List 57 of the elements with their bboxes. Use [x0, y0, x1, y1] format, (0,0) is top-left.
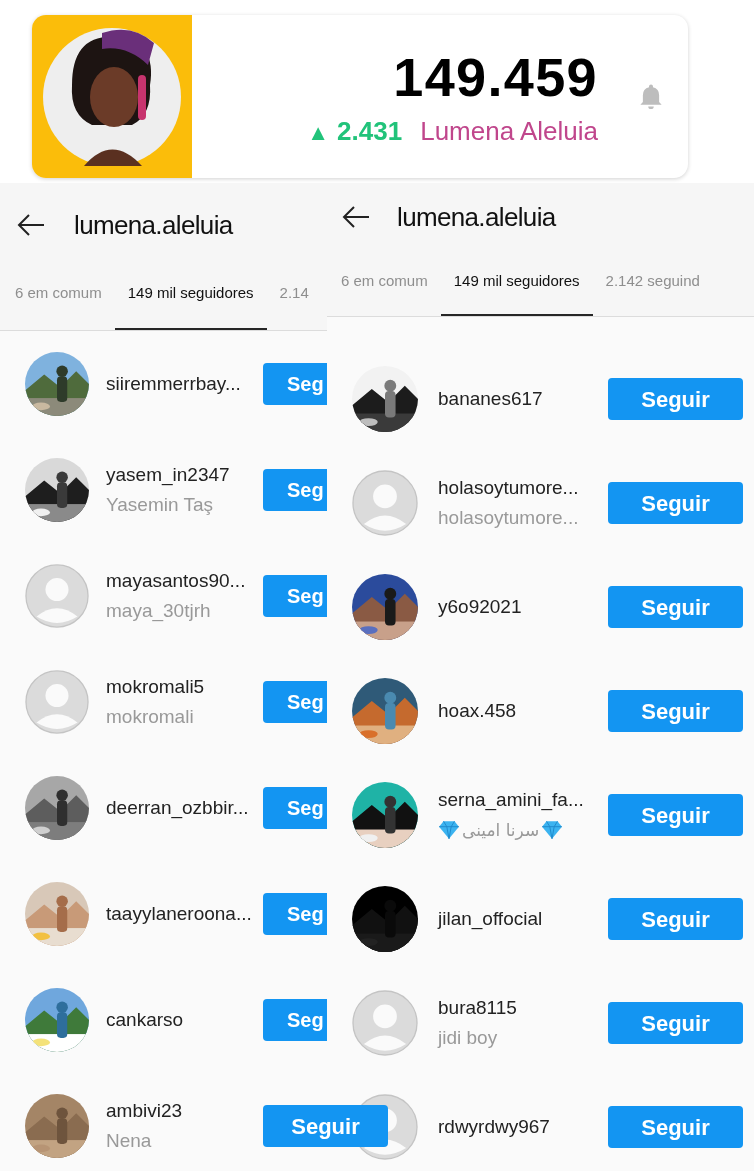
follow-button[interactable]: Seg [263, 469, 327, 511]
follower-count: 149.459 [393, 49, 598, 104]
username: bura8115 [438, 996, 518, 1020]
display-name: holasoytumore... [438, 506, 579, 530]
back-icon[interactable] [16, 213, 46, 237]
change-value: 2.431 [337, 117, 403, 144]
username: hoax.458 [438, 699, 518, 723]
username: serna_amini_fa... [438, 788, 585, 813]
username: cankarso [106, 1008, 185, 1032]
display-name: maya_30tjrh [106, 599, 211, 624]
follow-button[interactable]: Seg [263, 999, 327, 1041]
follow-button[interactable]: Seguir [608, 794, 743, 836]
username: holasoytumore... [438, 476, 580, 500]
follow-button[interactable]: Seg [263, 363, 327, 405]
username: bananes617 [438, 387, 544, 411]
follow-button[interactable]: Seguir [608, 690, 743, 732]
username: mokromali5 [106, 675, 206, 699]
tab[interactable]: 6 em comum [2, 259, 115, 330]
tab[interactable]: 2.142 seguind [592, 249, 713, 316]
default-avatar-icon [352, 990, 418, 1056]
username: ambivi23 [106, 1099, 184, 1123]
profile-name: Lumena Aleluia [420, 117, 598, 144]
change-arrow: ▲ [307, 121, 330, 144]
follow-button[interactable]: Seg [263, 893, 327, 935]
follow-button[interactable]: Seg [263, 787, 327, 829]
username: siiremmerrbay... [106, 372, 242, 396]
follow-button[interactable]: Seguir [263, 1105, 388, 1147]
display-name: jidi boy [438, 1026, 498, 1050]
tab[interactable]: 6 em comum [341, 249, 441, 316]
follow-button[interactable]: Seg [263, 575, 327, 617]
username: yasem_in2347 [106, 463, 231, 488]
default-avatar-icon [352, 470, 418, 536]
display-name: Nena [106, 1129, 152, 1153]
follow-button[interactable]: Seguir [608, 586, 743, 628]
profile-username: lumena.aleluia [397, 200, 556, 234]
tab[interactable]: 149 mil seguidores [114, 259, 267, 330]
username: y6o92021 [438, 595, 523, 619]
follow-button[interactable]: Seguir [608, 482, 743, 524]
username: mayasantos90... [106, 569, 247, 593]
username: deerran_ozbbir... [106, 796, 250, 821]
follow-button[interactable]: Seguir [608, 898, 743, 940]
username: taayylaneroona... [106, 902, 253, 926]
follow-button[interactable]: Seg [263, 681, 327, 723]
follow-button[interactable]: Seguir [608, 378, 743, 420]
tab[interactable]: 2.14 [266, 259, 322, 330]
follow-button[interactable]: Seguir [608, 1002, 743, 1044]
display-name: Yasemin Taş [106, 493, 213, 517]
username: rdwyrdwy967 [438, 1115, 551, 1139]
profile-username: lumena.aleluia [74, 208, 233, 242]
default-avatar-icon [25, 670, 89, 734]
follow-button[interactable]: Seguir [608, 1106, 743, 1148]
display-name: mokromali [106, 705, 194, 729]
tab[interactable]: 149 mil seguidores [440, 249, 593, 316]
back-icon[interactable] [341, 205, 371, 229]
display-name: سرنا امینی [462, 819, 540, 842]
default-avatar-icon [25, 564, 89, 628]
username: jilan_offocial [438, 907, 544, 932]
